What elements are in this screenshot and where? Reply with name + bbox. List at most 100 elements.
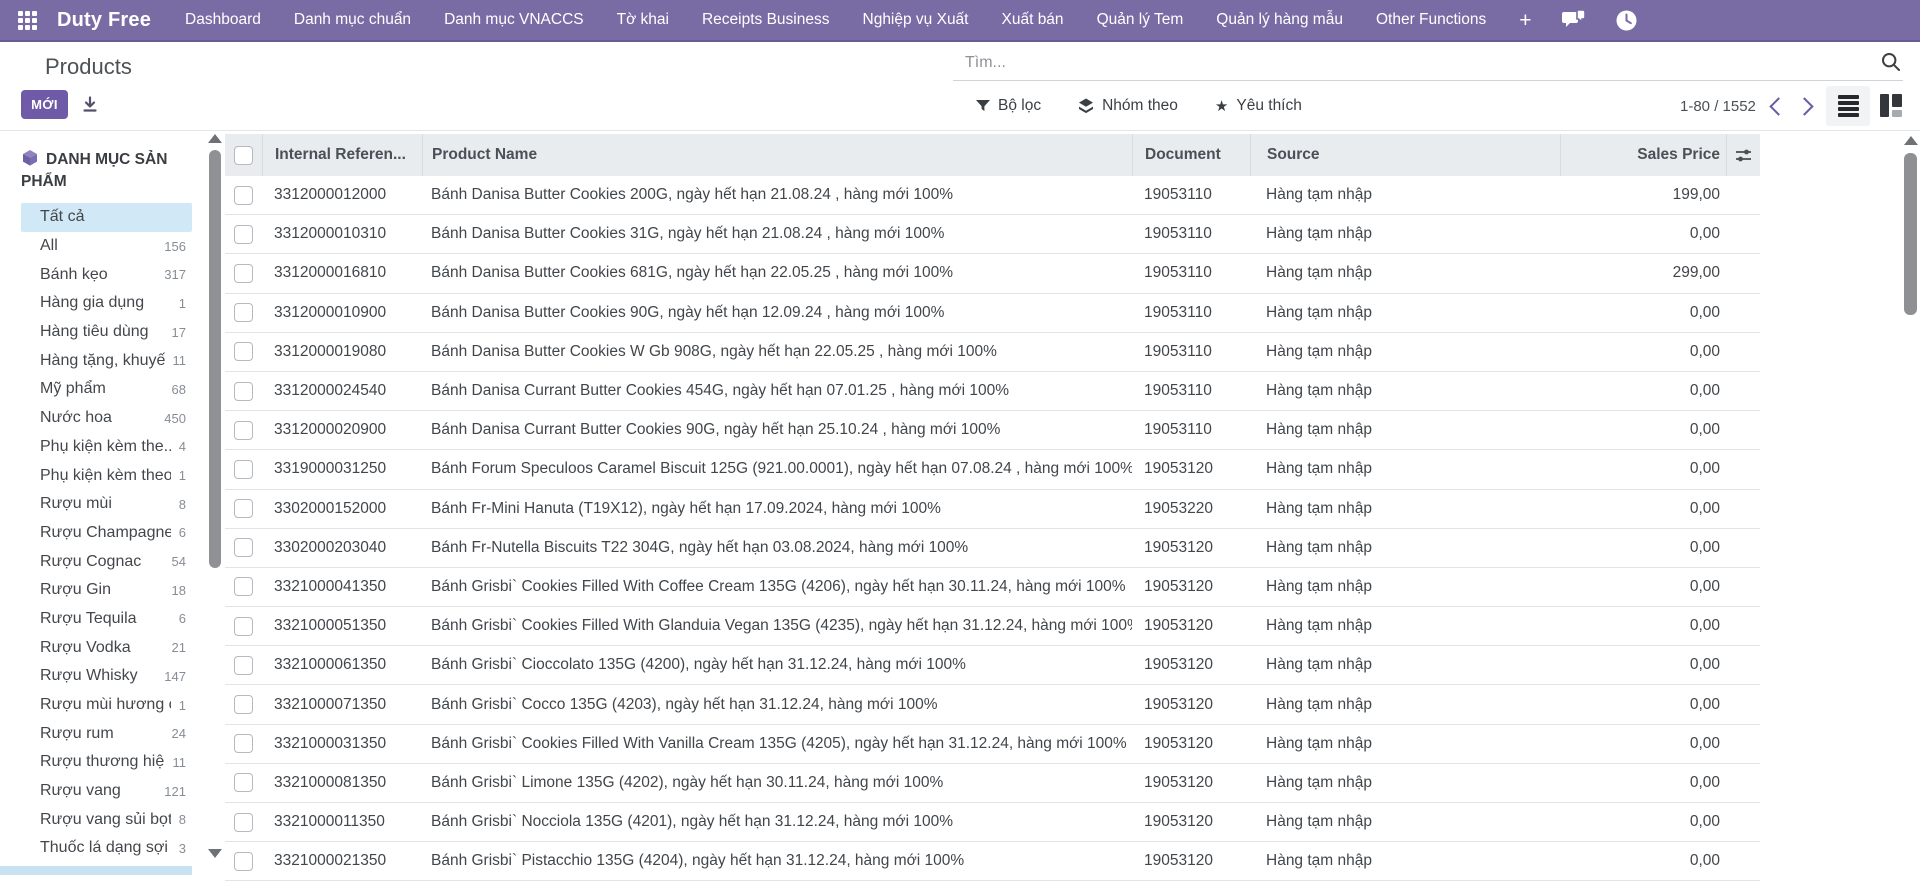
row-checkbox[interactable] (234, 852, 253, 871)
row-checkbox[interactable] (234, 342, 253, 361)
download-icon[interactable] (81, 95, 99, 118)
row-checkbox[interactable] (234, 382, 253, 401)
category-item[interactable]: Hàng tặng, khuyế...11 (21, 346, 192, 375)
table-row[interactable]: 3321000061350Bánh Grisbi` Cioccolato 135… (225, 646, 1760, 685)
category-item[interactable]: Phụ kiện kèm theo...1 (21, 461, 192, 490)
table-row[interactable]: 3312000024540Bánh Danisa Currant Butter … (225, 372, 1760, 411)
row-checkbox[interactable] (234, 773, 253, 792)
category-item[interactable]: Rượu thương hiệ...11 (21, 748, 192, 777)
adjust-columns-icon[interactable] (1735, 147, 1752, 164)
table-row[interactable]: 3321000021350Bánh Grisbi` Pistacchio 135… (225, 842, 1760, 881)
table-row[interactable]: 3321000011350Bánh Grisbi` Nocciola 135G … (225, 803, 1760, 842)
table-row[interactable]: 3312000020900Bánh Danisa Currant Butter … (225, 411, 1760, 450)
category-item[interactable]: Rượu mùi8 (21, 490, 192, 519)
row-checkbox[interactable] (234, 460, 253, 479)
category-item[interactable]: Rượu Gin18 (21, 576, 192, 605)
pager-previous-icon[interactable] (1769, 97, 1787, 115)
table-row[interactable]: 3312000016810Bánh Danisa Butter Cookies … (225, 254, 1760, 293)
category-item[interactable]: Rượu Whisky147 (21, 662, 192, 691)
row-checkbox[interactable] (234, 421, 253, 440)
row-checkbox[interactable] (234, 499, 253, 518)
table-row[interactable]: 3321000081350Bánh Grisbi` Limone 135G (4… (225, 764, 1760, 803)
nav-item[interactable]: Quản lý hàng mẫu (1216, 11, 1343, 29)
category-item[interactable]: Mỹ phẩm68 (21, 375, 192, 404)
nav-item[interactable]: Receipts Business (702, 11, 830, 29)
row-checkbox[interactable] (234, 695, 253, 714)
cell-product-name: Bánh Grisbi` Cocco 135G (4203), ngày hết… (422, 685, 1132, 723)
table-row[interactable]: 3321000071350Bánh Grisbi` Cocco 135G (42… (225, 685, 1760, 724)
nav-item[interactable]: Xuất bán (1002, 11, 1064, 29)
nav-item[interactable]: Other Functions (1376, 11, 1486, 29)
pager-next-icon[interactable] (1795, 97, 1813, 115)
row-checkbox[interactable] (234, 734, 253, 753)
row-checkbox[interactable] (234, 538, 253, 557)
table-row[interactable]: 3312000019080Bánh Danisa Butter Cookies … (225, 333, 1760, 372)
messages-icon[interactable] (1562, 9, 1586, 31)
category-item[interactable]: Rượu Vodka21 (21, 633, 192, 662)
kanban-view-button[interactable] (1880, 94, 1902, 117)
category-item[interactable]: All156 (21, 232, 192, 261)
activities-clock-icon[interactable] (1616, 10, 1637, 31)
table-row[interactable]: 3312000012000Bánh Danisa Butter Cookies … (225, 176, 1760, 215)
header-product-name[interactable]: Product Name (422, 134, 1132, 176)
favorites-button[interactable]: ★ Yêu thích (1215, 97, 1302, 115)
list-view-button[interactable] (1826, 86, 1870, 126)
row-checkbox[interactable] (234, 656, 253, 675)
table-row[interactable]: 3312000010310Bánh Danisa Butter Cookies … (225, 215, 1760, 254)
table-row[interactable]: 3312000010900Bánh Danisa Butter Cookies … (225, 294, 1760, 333)
category-item[interactable]: Nước hoa450 (21, 404, 192, 433)
table-row[interactable]: 3321000051350Bánh Grisbi` Cookies Filled… (225, 607, 1760, 646)
table-row[interactable]: 3321000041350Bánh Grisbi` Cookies Filled… (225, 568, 1760, 607)
sidebar-scroll-down-icon[interactable] (208, 849, 222, 858)
category-item[interactable]: Hàng gia dụng1 (21, 289, 192, 318)
row-checkbox[interactable] (234, 186, 253, 205)
row-checkbox[interactable] (234, 303, 253, 322)
category-item[interactable]: Thuốc lá dạng sợi3 (21, 834, 192, 863)
category-item[interactable]: Rượu vang sủi bọt...8 (21, 805, 192, 834)
category-item[interactable]: Rượu vang121 (21, 777, 192, 806)
content-scroll-up-icon[interactable] (1904, 136, 1918, 145)
nav-item[interactable]: Dashboard (185, 11, 261, 29)
nav-item[interactable]: Danh mục VNACCS (444, 11, 584, 29)
search-input[interactable] (953, 46, 1845, 72)
table-row[interactable]: 3302000203040Bánh Fr-Nutella Biscuits T2… (225, 529, 1760, 568)
table-row[interactable]: 3321000031350Bánh Grisbi` Cookies Filled… (225, 725, 1760, 764)
table-row[interactable]: 3302000152000Bánh Fr-Mini Hanuta (T19X12… (225, 490, 1760, 529)
filters-button[interactable]: Bộ lọc (976, 97, 1041, 115)
new-button[interactable]: MỚI (21, 90, 68, 119)
category-item[interactable]: Phụ kiện kèm the...4 (21, 433, 192, 462)
category-item[interactable]: Rượu Tequila6 (21, 605, 192, 634)
nav-plus-icon[interactable]: + (1519, 10, 1531, 31)
category-item[interactable]: Rượu Champagne6 (21, 519, 192, 548)
select-all-checkbox[interactable] (234, 146, 253, 165)
row-checkbox[interactable] (234, 813, 253, 832)
row-checkbox[interactable] (234, 225, 253, 244)
header-document[interactable]: Document (1132, 134, 1250, 176)
row-checkbox[interactable] (234, 264, 253, 283)
header-source[interactable]: Source (1250, 134, 1560, 176)
category-item[interactable]: Rượu Cognac54 (21, 547, 192, 576)
nav-item[interactable]: Danh mục chuẩn (294, 11, 411, 29)
app-title[interactable]: Duty Free (57, 9, 151, 32)
category-item[interactable]: Rượu mùi hương c...1 (21, 691, 192, 720)
group-by-button[interactable]: Nhóm theo (1078, 97, 1178, 115)
row-checkbox[interactable] (234, 617, 253, 636)
sidebar-scroll-up-icon[interactable] (208, 134, 222, 143)
nav-item[interactable]: Nghiệp vụ Xuất (863, 11, 969, 29)
content-scrollbar[interactable] (1904, 153, 1917, 315)
row-checkbox[interactable] (234, 577, 253, 596)
apps-menu-icon[interactable] (18, 11, 37, 30)
header-sales-price[interactable]: Sales Price (1560, 134, 1726, 176)
sidebar-scrollbar[interactable] (209, 150, 221, 568)
nav-item[interactable]: Tờ khai (617, 11, 669, 29)
cell-sales-price: 0,00 (1560, 411, 1726, 449)
nav-item[interactable]: Quản lý Tem (1097, 11, 1184, 29)
sidebar-horizontal-scrollbar[interactable] (0, 866, 192, 875)
header-internal-reference[interactable]: Internal Referen... (262, 134, 422, 176)
category-item[interactable]: Hàng tiêu dùng17 (21, 318, 192, 347)
search-icon[interactable] (1881, 52, 1901, 77)
category-item[interactable]: Bánh kẹo317 (21, 260, 192, 289)
table-row[interactable]: 3319000031250Bánh Forum Speculoos Carame… (225, 450, 1760, 489)
category-item[interactable]: Tất cả (21, 203, 192, 232)
category-item[interactable]: Rượu rum24 (21, 719, 192, 748)
